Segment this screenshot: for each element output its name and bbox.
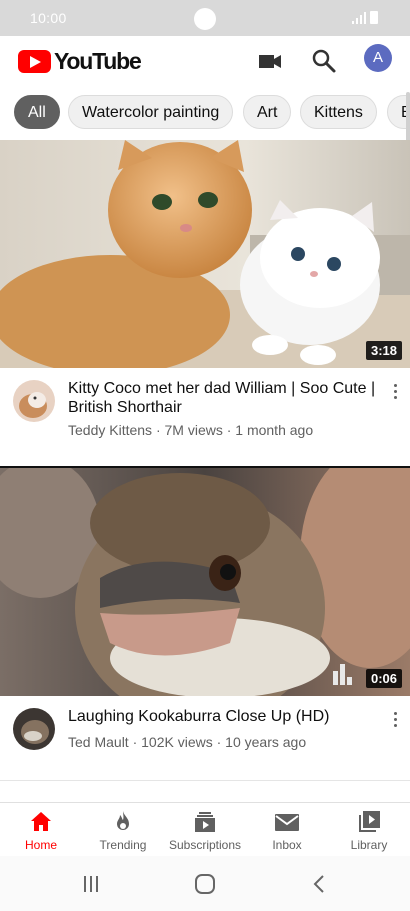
video-title[interactable]: Laughing Kookaburra Close Up (HD) <box>68 707 378 726</box>
chip-art[interactable]: Art <box>243 95 292 129</box>
more-options-icon[interactable] <box>392 382 398 402</box>
channel-avatar[interactable] <box>13 708 55 750</box>
video-thumbnail[interactable]: 3:18 <box>0 140 410 368</box>
channel-avatar-image <box>13 708 55 750</box>
youtube-play-icon <box>18 49 51 73</box>
library-icon <box>359 811 380 832</box>
home-icon <box>31 812 51 831</box>
nav-subscriptions[interactable]: Subscriptions <box>164 809 246 852</box>
channel-avatar[interactable] <box>13 380 55 422</box>
flame-icon <box>117 811 129 830</box>
nav-trending[interactable]: Trending <box>82 809 164 852</box>
video-metadata: Ted Mault · 102K views · 10 years ago <box>68 734 307 750</box>
nav-library-label: Library <box>350 838 388 852</box>
channel-avatar-image <box>13 380 55 422</box>
subscriptions-icon <box>195 812 215 832</box>
account-avatar[interactable]: A <box>364 44 392 72</box>
recent-apps-icon[interactable] <box>81 874 101 894</box>
mail-icon <box>275 814 299 831</box>
search-icon[interactable] <box>309 46 339 76</box>
video-camera-icon[interactable] <box>255 46 285 76</box>
battery-icon <box>370 11 378 24</box>
nav-subscriptions-label: Subscriptions <box>168 838 242 852</box>
chip-watercolor-painting[interactable]: Watercolor painting <box>68 95 234 129</box>
youtube-logo[interactable]: YouTube <box>18 46 142 76</box>
kookaburra-thumbnail-image <box>0 468 410 696</box>
nav-home[interactable]: Home <box>0 809 82 852</box>
signal-icon <box>352 12 366 24</box>
home-button-icon[interactable] <box>194 874 216 894</box>
list-divider <box>0 780 410 781</box>
status-bar: 10:00 <box>0 0 410 36</box>
system-navigation-bar <box>0 856 410 911</box>
video-duration: 0:06 <box>365 669 402 688</box>
video-title[interactable]: Kitty Coco met her dad William | Soo Cut… <box>68 379 378 417</box>
chip-all[interactable]: All <box>14 95 60 129</box>
back-icon[interactable] <box>311 874 327 894</box>
video-info[interactable]: Laughing Kookaburra Close Up (HD) Ted Ma… <box>0 696 410 780</box>
bottom-navigation: Home Trending Subscriptions Inbox Librar… <box>0 802 410 857</box>
logo-text: YouTube <box>54 47 142 74</box>
nav-home-label: Home <box>24 838 57 852</box>
video-metadata: Teddy Kittens · 7M views · 1 month ago <box>68 422 314 438</box>
chip-kittens[interactable]: Kittens <box>300 95 377 129</box>
video-info[interactable]: Kitty Coco met her dad William | Soo Cut… <box>0 368 410 468</box>
front-camera-cutout <box>194 8 216 30</box>
app-header: YouTube A <box>0 36 410 87</box>
nav-inbox[interactable]: Inbox <box>246 809 328 852</box>
video-thumbnail[interactable]: 0:06 <box>0 468 410 696</box>
nav-library[interactable]: Library <box>328 809 410 852</box>
nav-inbox-label: Inbox <box>272 838 302 852</box>
nav-trending-label: Trending <box>99 838 147 852</box>
video-duration: 3:18 <box>365 341 402 360</box>
more-options-icon[interactable] <box>392 710 398 730</box>
status-time: 10:00 <box>30 10 67 26</box>
kittens-thumbnail-image <box>0 140 410 368</box>
filter-chips: All Watercolor painting Art Kittens B <box>0 86 410 140</box>
